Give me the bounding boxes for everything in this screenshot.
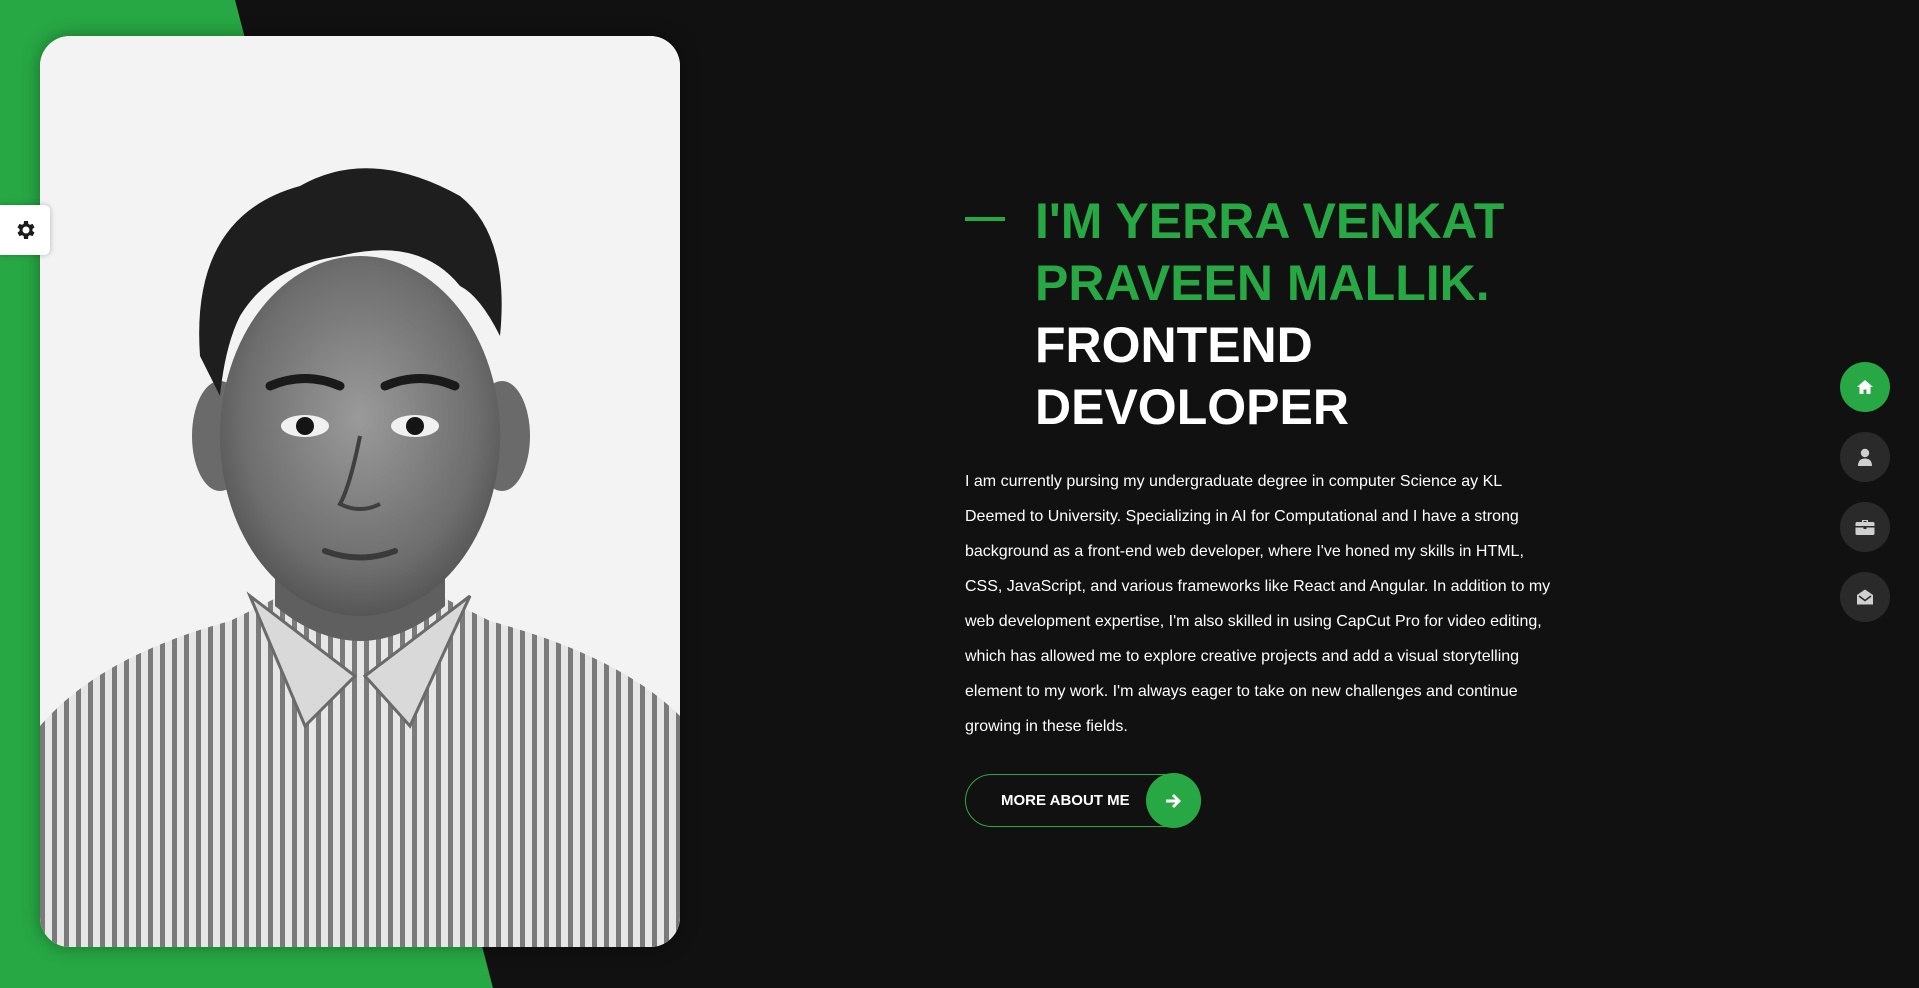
side-navigation bbox=[1840, 362, 1890, 622]
briefcase-icon bbox=[1855, 520, 1875, 535]
hero-bio: I am currently pursing my undergraduate … bbox=[965, 473, 1551, 735]
arrow-right-icon bbox=[1145, 773, 1201, 828]
profile-photo bbox=[40, 36, 680, 947]
nav-contact-button[interactable] bbox=[1840, 572, 1890, 622]
hero-title: I'M YERRA VENKAT PRAVEEN MALLIK. FRONTEN… bbox=[1035, 190, 1565, 438]
gear-icon bbox=[17, 221, 35, 239]
envelope-open-icon bbox=[1857, 589, 1873, 605]
home-page: I'M YERRA VENKAT PRAVEEN MALLIK. FRONTEN… bbox=[0, 0, 1919, 988]
hero-role-line-2: DEVOLOPER bbox=[1035, 379, 1349, 435]
title-accent-dash bbox=[965, 217, 1005, 221]
hero-title-row: I'M YERRA VENKAT PRAVEEN MALLIK. FRONTEN… bbox=[965, 190, 1565, 438]
settings-toggle-button[interactable] bbox=[0, 205, 50, 255]
more-about-me-label: MORE ABOUT ME bbox=[1001, 792, 1130, 809]
hero-section: I'M YERRA VENKAT PRAVEEN MALLIK. FRONTEN… bbox=[965, 190, 1565, 828]
more-about-me-button[interactable]: MORE ABOUT ME bbox=[965, 773, 1201, 828]
hero-name-line-1: I'M YERRA VENKAT bbox=[1035, 193, 1505, 249]
hero-role-line-1: FRONTEND bbox=[1035, 317, 1313, 373]
nav-about-button[interactable] bbox=[1840, 432, 1890, 482]
user-icon bbox=[1858, 448, 1872, 466]
home-icon bbox=[1857, 380, 1873, 394]
nav-portfolio-button[interactable] bbox=[1840, 502, 1890, 552]
nav-home-button[interactable] bbox=[1840, 362, 1890, 412]
hero-name-line-2: PRAVEEN MALLIK. bbox=[1035, 255, 1490, 311]
